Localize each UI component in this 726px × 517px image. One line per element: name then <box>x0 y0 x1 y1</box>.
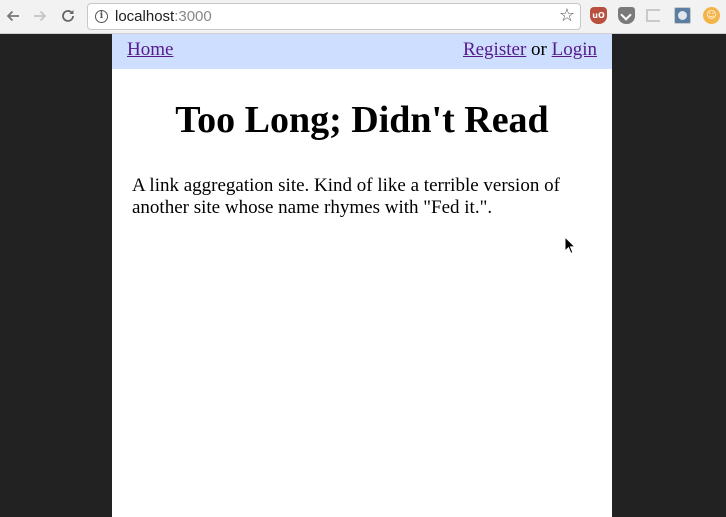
page-content: Home Register or Login Too Long; Didn't … <box>112 34 612 517</box>
auth-links: Register or Login <box>463 39 597 61</box>
pocket-icon[interactable] <box>618 7 635 24</box>
or-text: or <box>526 39 552 60</box>
bracket-extension-icon[interactable] <box>646 9 660 22</box>
site-description: A link aggregation site. Kind of like a … <box>132 175 560 218</box>
browser-toolbar: i localhost:3000 ☆ uO ☺ <box>0 0 726 34</box>
page-title: Too Long; Didn't Read <box>175 99 549 141</box>
url-host: localhost <box>115 8 175 25</box>
address-bar[interactable]: i localhost:3000 ☆ <box>87 3 581 30</box>
home-link[interactable]: Home <box>127 39 173 61</box>
mouse-cursor-icon <box>564 235 577 259</box>
login-link[interactable]: Login <box>552 39 597 60</box>
orange-extension-icon[interactable]: ☺ <box>703 7 720 24</box>
photo-extension-icon[interactable] <box>674 7 691 24</box>
forward-arrow-icon[interactable] <box>29 5 51 27</box>
info-icon[interactable]: i <box>95 10 108 23</box>
url-text: localhost:3000 <box>115 8 212 25</box>
ublock-icon[interactable]: uO <box>590 7 607 24</box>
url-port: :3000 <box>174 8 212 25</box>
bookmark-star-icon[interactable]: ☆ <box>559 6 575 26</box>
reload-icon[interactable] <box>57 5 79 27</box>
register-link[interactable]: Register <box>463 39 526 60</box>
back-arrow-icon[interactable] <box>2 5 24 27</box>
navbar: Home Register or Login <box>112 34 612 69</box>
